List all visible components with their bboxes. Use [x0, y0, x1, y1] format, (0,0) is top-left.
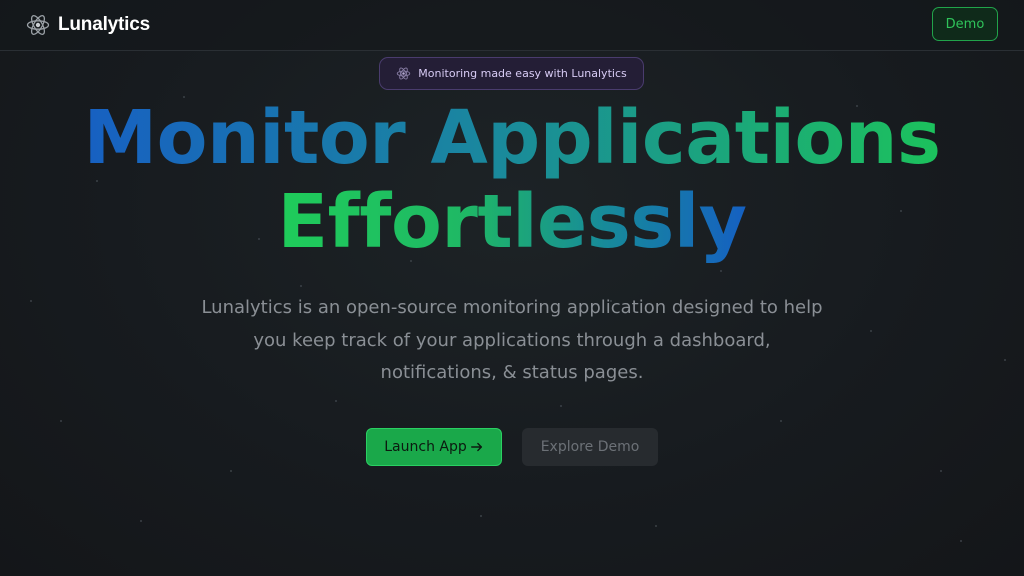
launch-app-label: Launch App [384, 439, 467, 455]
brand-home-link[interactable]: Lunalytics [26, 12, 150, 38]
hero-heading-line2: Effortlessly [277, 179, 747, 265]
launch-app-button[interactable]: Launch App [366, 428, 502, 466]
hero-description: Lunalytics is an open-source monitoring … [201, 297, 823, 383]
badge-text: Monitoring made easy with Lunalytics [418, 67, 627, 80]
brand-name: Lunalytics [58, 14, 150, 35]
hero-heading-line1: Monitor Applications [83, 95, 941, 181]
explore-demo-button[interactable]: Explore Demo [522, 428, 658, 466]
top-navbar: Lunalytics Demo [0, 0, 1024, 51]
demo-button[interactable]: Demo [932, 7, 998, 41]
atom-icon [397, 67, 411, 80]
landing-page: Lunalytics Demo Monitoring made easy wit… [0, 0, 1024, 576]
hero-heading: Monitor Applications Effortlessly [0, 96, 1024, 264]
atom-icon [26, 15, 50, 35]
announcement-badge[interactable]: Monitoring made easy with Lunalytics [379, 57, 644, 90]
arrow-right-icon [470, 442, 482, 452]
